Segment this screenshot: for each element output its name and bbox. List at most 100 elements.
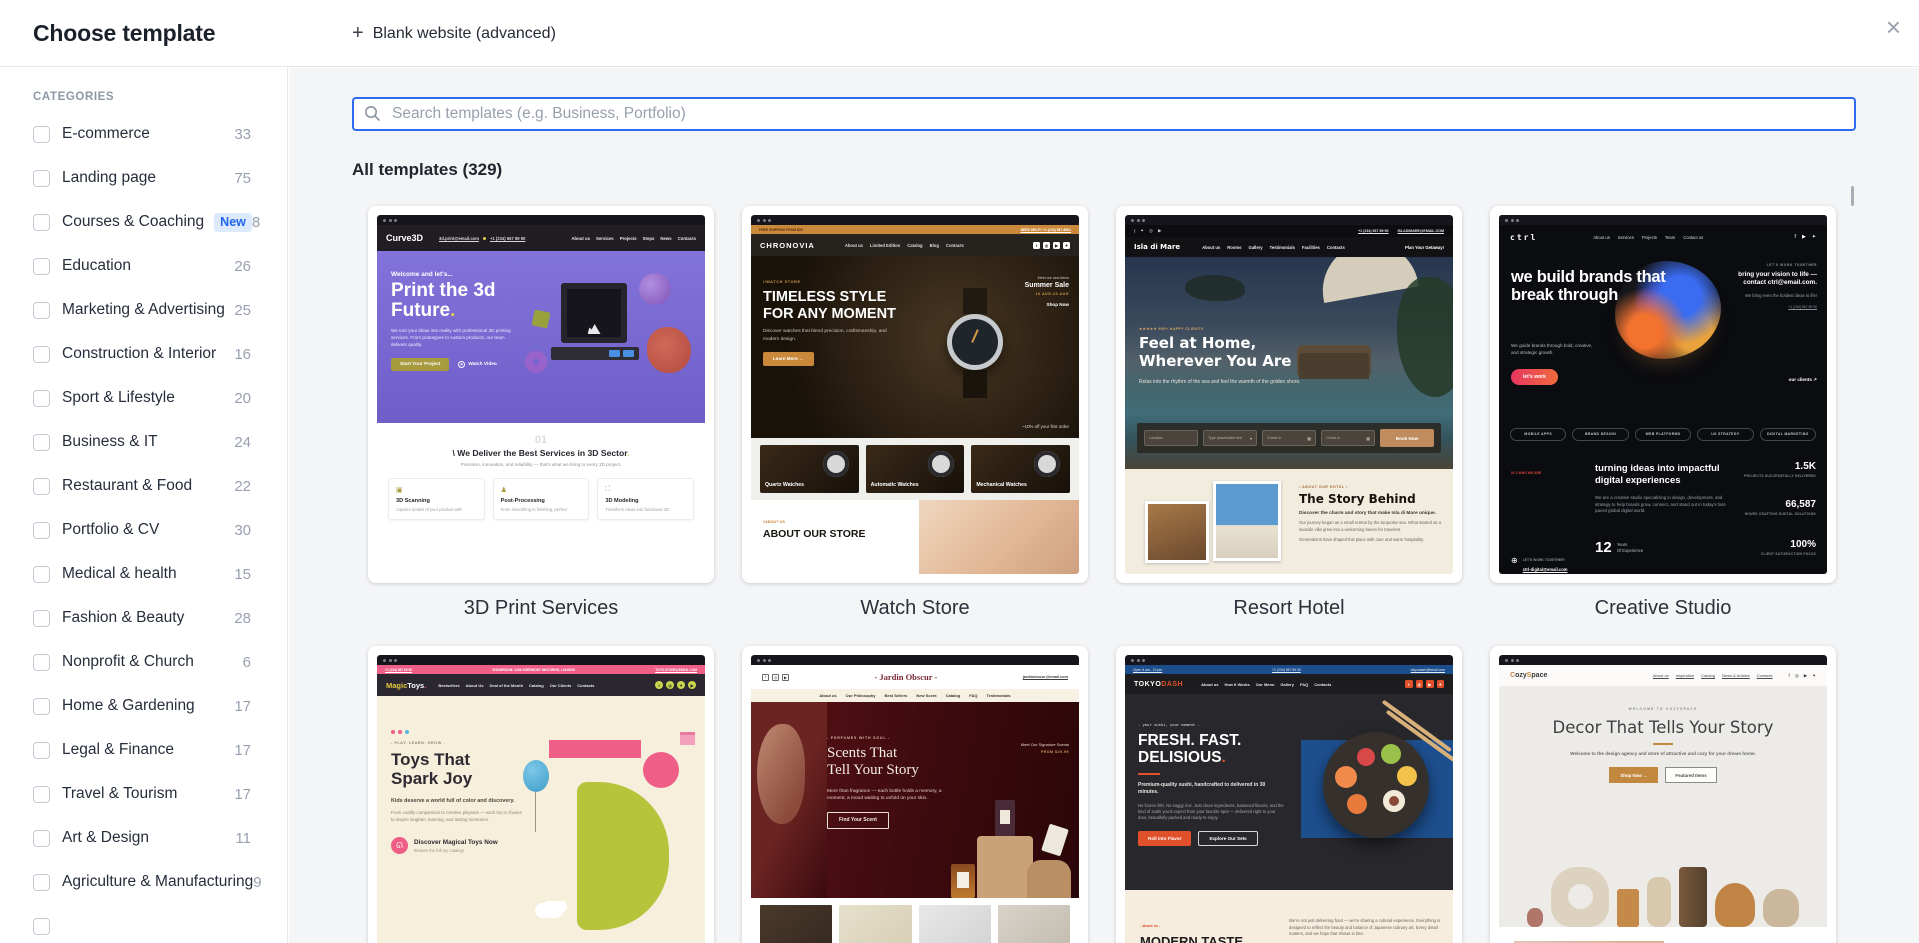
search-bar [352,97,1856,131]
site-header: CHRONOVIA About us Limited Edition Catal… [751,234,1079,256]
template-thumbnail[interactable]: f ✦ ◎ ▶ +1 (234) 567 89 90 ISLADIMARE@EMAIL.… [1116,206,1462,583]
nav-link: Catalog [907,242,923,248]
template-card-3d-print-services: Curve3D 3d.print@email.com +1 (234) 567 8… [368,206,714,620]
browser-chrome [1125,215,1453,225]
nav-link: News & Articles [1721,673,1750,678]
nav-link: About us [844,242,863,248]
sidebar-item-art-design[interactable]: Art & Design 11 [33,816,251,860]
sidebar-item-fashion-beauty[interactable]: Fashion & Beauty 28 [33,596,251,640]
checkbox[interactable] [33,697,50,715]
nav-link: About Us [465,682,484,688]
template-card-cozyspace: CozySpace About us Inspiration Catalog N… [1490,646,1836,943]
site-about-section: - about us - MODERN TASTE, We're not jus… [1125,890,1453,943]
template-thumbnail[interactable]: Curve3D 3d.print@email.com +1 (234) 567 8… [368,206,714,583]
nav-link: Our Philosophy [845,693,876,698]
checkbox[interactable] [33,565,50,583]
site-logo: Curve3D [386,233,424,243]
pedestal-illustration [1027,860,1071,898]
nav-link: Services [1617,234,1634,240]
site-hero: - your sushi, your moment - FRESH. FAST.… [1125,694,1453,890]
feature-card: ⛶ 3D Modeling Transform ideas into functio… [597,478,695,520]
youtube-icon: ▶ [1157,228,1162,233]
sidebar-item-courses-coaching[interactable]: Courses & Coaching New 8 [33,200,260,244]
site-hero: ★★★★★ 900+ HAPPY CLIENTS Feel at Home, Wh… [1125,257,1453,469]
twitter-icon: ✦ [677,681,685,689]
blank-website-button[interactable]: + Blank website (advanced) [352,0,556,67]
checkbox[interactable] [33,213,50,231]
checkbox[interactable] [33,741,50,759]
site-cta-button: Find Your Scent [827,811,889,829]
youtube-icon: ▶ [1426,680,1434,688]
template-thumbnail[interactable]: f ◎ ▶ - Jardin Obscur - jardinobscur@email… [742,646,1088,943]
sidebar-item-sport-lifestyle[interactable]: Sport & Lifestyle 20 [33,376,251,420]
sidebar-item-medical-health[interactable]: Medical & health 15 [33,552,251,596]
template-name: 3D Print Services [463,597,619,619]
checkbox[interactable] [33,521,50,539]
sidebar-item-travel-tourism[interactable]: Travel & Tourism 17 [33,772,251,816]
close-icon[interactable]: × [1886,14,1901,40]
instagram-icon: ◎ [1043,241,1050,249]
checkbox[interactable] [33,345,50,363]
site-cta-button: Learn More → [763,351,814,366]
sidebar-item-education[interactable]: Education 26 [33,244,251,288]
nav-link: Contacts [577,682,595,688]
sidebar-item-construction-interior[interactable]: Construction & Interior 16 [33,332,251,376]
location-field: Location [1144,430,1198,446]
search-input[interactable] [352,97,1856,131]
checkbox[interactable] [33,609,50,627]
plus-icon: + [352,22,364,44]
nav-link: About us [819,693,837,698]
sidebar-item-e-commerce[interactable]: E-commerce 33 [33,112,251,156]
sidebar-item-home-gardening[interactable]: Home & Gardening 17 [33,684,251,728]
sidebar-item-partial[interactable] [33,904,251,943]
template-thumbnail[interactable]: Open 8 am - 10 pm +1 (234) 567 89 00 tok… [1116,646,1462,943]
template-thumbnail[interactable]: FREE SHIPPING FROM $50 NEED HELP? +1 (23… [742,206,1088,583]
nav-link: Services [596,235,614,241]
checkbox[interactable] [33,653,50,671]
sidebar-item-nonprofit-church[interactable]: Nonprofit & Church 6 [33,640,251,684]
nav-link: Our Menu [1255,681,1275,687]
pedestal-illustration [977,836,1033,898]
checkbox[interactable] [33,785,50,803]
nav-link: FAQ [969,693,978,698]
checkbox[interactable] [33,301,50,319]
sidebar-item-business-it[interactable]: Business & IT 24 [33,420,251,464]
booking-bar: Location Type placeholder text ▾ Check in… [1137,423,1441,453]
sidebar-item-agriculture-manufacturing[interactable]: Agriculture & Manufacturing 9 [33,860,262,904]
page-title: Choose template [33,20,216,46]
template-thumbnail[interactable]: ctrl About us Services Projects Team Con… [1490,206,1836,583]
sidebar-item-legal-finance[interactable]: Legal & Finance 17 [33,728,251,772]
youtube-icon: ▶ [688,681,696,689]
category-tile: Mechanical Watches [971,445,1071,493]
template-thumbnail[interactable]: +1 (234) 567 89 90 SHOWROOM: 123A EGREMO… [368,646,714,943]
site-topbar: +1 (234) 567 89 90 SHOWROOM: 123A EGREMO… [377,665,705,674]
sidebar-item-portfolio-cv[interactable]: Portfolio & CV 30 [33,508,251,552]
checkbox[interactable] [33,125,50,143]
scrollbar-thumb[interactable] [1851,186,1854,206]
checkbox[interactable] [33,917,50,935]
modal-header: Choose template + Blank website (advance… [0,0,1919,67]
site-nav: About us Services Projects Steps News Co… [571,236,696,241]
checkbox[interactable] [33,829,50,847]
categories-sidebar: CATEGORIES E-commerce 33 Landing page 75 C… [0,68,288,943]
sidebar-item-marketing-advertising[interactable]: Marketing & Advertising 25 [33,288,251,332]
interior-photo [1145,501,1209,563]
twitter-icon: ✦ [1811,234,1816,240]
checkbox[interactable] [33,433,50,451]
checkbox[interactable] [33,169,50,187]
site-header: Isla di Mare About us Rooms Gallery Test… [1125,237,1453,257]
checkbox[interactable] [33,477,50,495]
checkbox[interactable] [33,257,50,275]
social-icons: f ▶ ✦ [1795,234,1816,240]
checkbox[interactable] [33,873,50,891]
sidebar-item-landing-page[interactable]: Landing page 75 [33,156,251,200]
category-tile: Quartz Watches [760,445,859,493]
template-thumbnail[interactable]: CozySpace About us Inspiration Catalog N… [1490,646,1836,943]
nav-link: Best Sellers [884,693,908,698]
site-header: ctrl About us Services Projects Team Con… [1499,225,1827,249]
nav-link: Catalog [945,693,961,698]
checkbox[interactable] [33,389,50,407]
nav-link: About us [1201,681,1219,687]
site-header: TOKYODASH About us How It Works Our Menu… [1125,674,1453,694]
sidebar-item-restaurant-food[interactable]: Restaurant & Food 22 [33,464,251,508]
